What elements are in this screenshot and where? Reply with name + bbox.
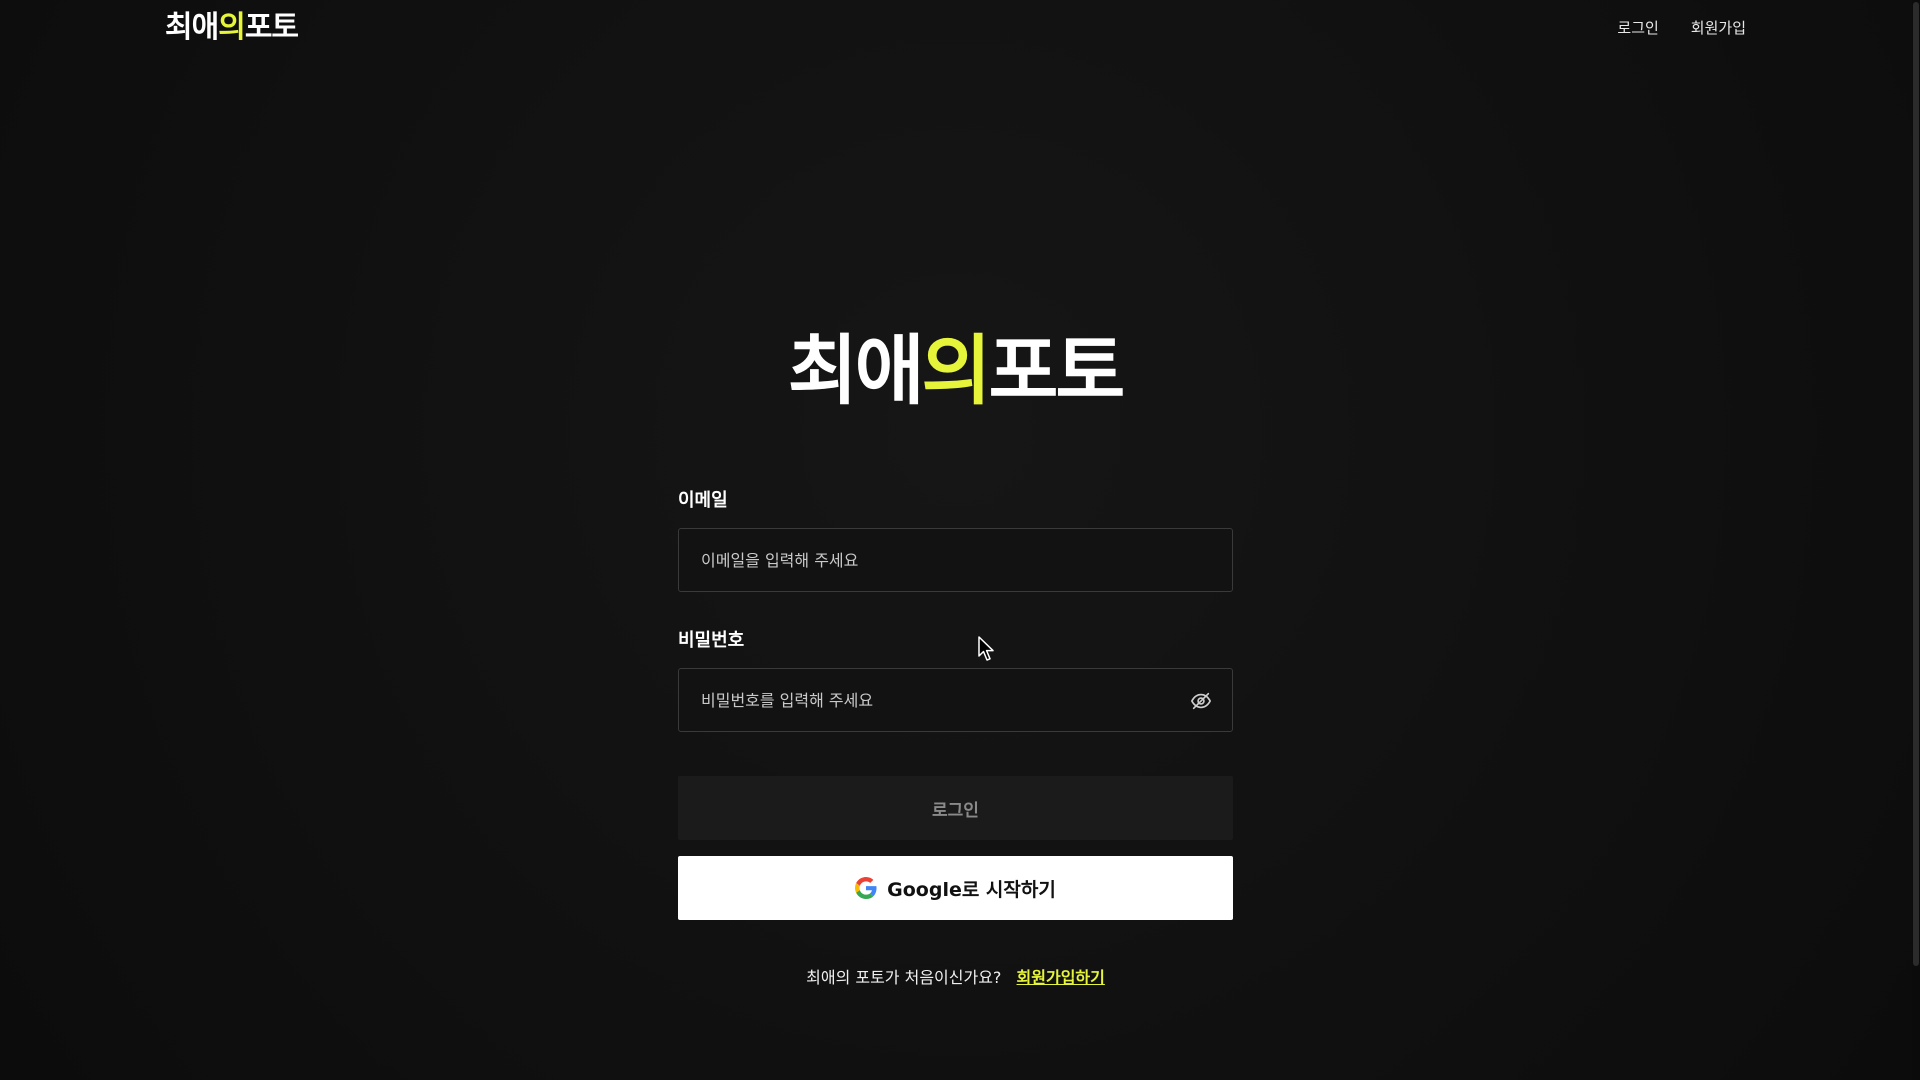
scrollbar-thumb[interactable]: [1913, 2, 1919, 966]
password-input[interactable]: [679, 669, 1232, 731]
title-text-accent: 의: [921, 326, 992, 415]
logo-text-part1: 최애: [165, 10, 219, 45]
header-logo[interactable]: 최애의포토: [165, 10, 299, 46]
logo-text-accent: 의: [218, 10, 246, 45]
email-field-wrapper: [678, 528, 1233, 592]
title-text-part1: 최애: [787, 326, 925, 415]
google-login-button[interactable]: Google로 시작하기: [678, 856, 1233, 920]
mouse-cursor-icon: [978, 636, 994, 661]
google-button-label: Google로 시작하기: [887, 878, 1056, 901]
field-spacer: [678, 592, 1233, 626]
logo-text-part2: 포토: [244, 10, 299, 45]
email-label: 이메일: [678, 490, 728, 511]
nav-signup-link[interactable]: 회원가입: [1691, 17, 1746, 39]
google-icon: [855, 877, 877, 899]
header-nav: 로그인 회원가입: [1617, 17, 1746, 39]
email-input[interactable]: [679, 529, 1232, 591]
signup-prompt-text: 최애의 포토가 처음이신가요?: [806, 968, 1002, 987]
page-scrollbar[interactable]: [1912, 0, 1920, 1080]
login-form: 이메일 비밀번호 로그인 Google로 시작: [678, 486, 1233, 988]
title-text-part2: 포토: [988, 326, 1125, 415]
login-button[interactable]: 로그인: [678, 776, 1233, 840]
nav-login-link[interactable]: 로그인: [1617, 17, 1658, 39]
top-header: 최애의포토 로그인 회원가입: [0, 0, 1920, 56]
login-page: 최애의포토 로그인 회원가입 최애의포토 이메일 비밀번호: [0, 0, 1920, 1080]
signup-link[interactable]: 회원가입하기: [1017, 968, 1105, 987]
password-label: 비밀번호: [678, 630, 745, 651]
eye-off-icon[interactable]: [1190, 690, 1212, 712]
page-title-logo: 최애의포토: [0, 326, 1910, 416]
signup-prompt-row: 최애의 포토가 처음이신가요? 회원가입하기: [678, 964, 1233, 988]
password-field-wrapper: [678, 668, 1233, 732]
